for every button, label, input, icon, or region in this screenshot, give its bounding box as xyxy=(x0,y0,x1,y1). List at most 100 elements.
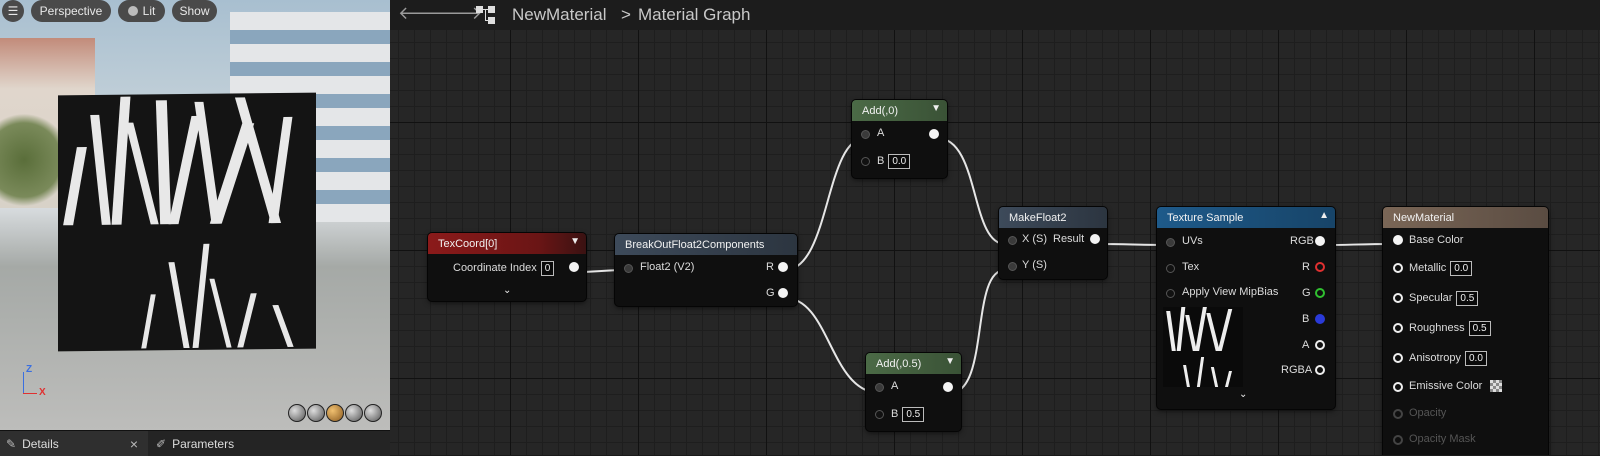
chevron-up-icon[interactable]: ▲ xyxy=(1319,210,1329,221)
tab-parameters[interactable]: ✐ Parameters xyxy=(152,431,282,456)
texture-a-pin[interactable] xyxy=(1315,340,1325,350)
texture-rgba-pin[interactable] xyxy=(1315,365,1325,375)
specular-row: Specular 0.5 xyxy=(1409,291,1479,306)
chevron-down-icon[interactable]: ▼ xyxy=(945,356,955,367)
opacity-mask-label: Opacity Mask xyxy=(1409,433,1476,445)
node-material-header[interactable]: NewMaterial xyxy=(1383,207,1548,228)
chevron-down-icon[interactable]: ▼ xyxy=(570,236,580,247)
hierarchy-icon[interactable] xyxy=(476,6,498,24)
breakout-input-label: Float2 (V2) xyxy=(640,261,695,273)
texture-thumbnail[interactable] xyxy=(1163,307,1243,387)
material-graph-canvas[interactable]: 🡐 🡒 NewMaterial > Material Graph TexCoor… xyxy=(390,0,1600,455)
preview-cube-icon[interactable] xyxy=(345,404,363,422)
breakout-g-label: G xyxy=(766,287,775,299)
show-button[interactable]: Show xyxy=(172,0,217,22)
coordinate-index-input[interactable]: 0 xyxy=(540,261,555,276)
expand-chevron-icon[interactable]: ⌄ xyxy=(503,285,511,296)
preview-plane-icon[interactable] xyxy=(326,404,344,422)
node-add-bottom-header[interactable]: Add(,0.5) ▼ xyxy=(866,353,961,374)
add-top-b-pin[interactable] xyxy=(861,157,870,166)
anisotropy-input[interactable]: 0.0 xyxy=(1464,351,1487,366)
metallic-pin[interactable] xyxy=(1393,263,1403,273)
texture-tex-pin[interactable] xyxy=(1166,264,1175,273)
wire-add-top-to-makefloat xyxy=(936,137,1006,245)
texture-tex-label: Tex xyxy=(1182,261,1200,273)
bottom-panel-tabs: ✎ Details × ✐ Parameters xyxy=(0,430,390,456)
makefloat-result-pin[interactable] xyxy=(1090,234,1100,244)
texture-rgb-pin[interactable] xyxy=(1315,236,1325,246)
breadcrumb-separator: > xyxy=(621,5,631,24)
texture-mipbias-pin[interactable] xyxy=(1166,289,1175,298)
add-bottom-b-row: B 0.5 xyxy=(891,407,925,422)
specular-input[interactable]: 0.5 xyxy=(1456,291,1479,306)
add-bottom-b-input[interactable]: 0.5 xyxy=(902,407,925,422)
node-breakout-float2[interactable]: BreakOutFloat2Components Float2 (V2) R G xyxy=(615,234,797,306)
preview-cylinder-icon[interactable] xyxy=(288,404,306,422)
viewport-menu-button[interactable]: ☰ xyxy=(2,0,24,22)
emissive-row: Emissive Color xyxy=(1409,380,1503,393)
tab-details[interactable]: ✎ Details × xyxy=(0,431,148,456)
texcoord-output-pin[interactable] xyxy=(569,262,579,272)
makefloat-result-label: Result xyxy=(1053,233,1085,245)
grass-blade xyxy=(125,122,159,225)
preview-mesh-selector[interactable] xyxy=(288,404,382,422)
node-texture-sample-header[interactable]: Texture Sample ▲ xyxy=(1157,207,1335,228)
roughness-row: Roughness 0.5 xyxy=(1409,321,1491,336)
texture-r-pin[interactable] xyxy=(1315,262,1325,272)
node-breakout-header[interactable]: BreakOutFloat2Components xyxy=(615,234,797,255)
breakout-r-pin[interactable] xyxy=(778,262,788,272)
texture-a-label: A xyxy=(1302,339,1310,351)
makefloat-x-pin[interactable] xyxy=(1008,236,1017,245)
node-material-result[interactable]: NewMaterial Base Color Metallic 0.0 Specu… xyxy=(1383,207,1548,455)
makefloat-y-pin[interactable] xyxy=(1008,262,1017,271)
texcoord-coordinate-index-row: Coordinate Index 0 xyxy=(453,261,555,276)
emissive-pin[interactable] xyxy=(1393,382,1403,392)
roughness-input[interactable]: 0.5 xyxy=(1468,321,1491,336)
anisotropy-pin[interactable] xyxy=(1393,353,1403,363)
node-add-bottom[interactable]: Add(,0.5) ▼ A B 0.5 xyxy=(866,353,961,431)
node-texture-sample[interactable]: Texture Sample ▲ UVs Tex Apply View MipB… xyxy=(1157,207,1335,409)
texture-b-pin[interactable] xyxy=(1315,314,1325,324)
texture-g-pin[interactable] xyxy=(1315,288,1325,298)
node-texcoord[interactable]: TexCoord[0] ▼ Coordinate Index 0 ⌄ xyxy=(428,233,586,301)
add-bottom-a-pin[interactable] xyxy=(875,383,884,392)
breakout-input-pin[interactable] xyxy=(624,264,633,273)
add-bottom-b-pin[interactable] xyxy=(875,410,884,419)
texture-uvs-pin[interactable] xyxy=(1166,238,1175,247)
node-add-top[interactable]: Add(,0) ▼ A B 0.0 xyxy=(852,100,947,178)
add-top-a-pin[interactable] xyxy=(861,130,870,139)
add-top-b-input[interactable]: 0.0 xyxy=(888,154,911,169)
base-color-label: Base Color xyxy=(1409,234,1464,246)
perspective-button[interactable]: Perspective xyxy=(31,0,111,22)
chevron-down-icon[interactable]: ▼ xyxy=(931,103,941,114)
lit-button[interactable]: Lit xyxy=(118,0,165,22)
node-add-top-header[interactable]: Add(,0) ▼ xyxy=(852,100,947,121)
metallic-input[interactable]: 0.0 xyxy=(1450,261,1473,276)
preview-custom-mesh-icon[interactable] xyxy=(364,404,382,422)
add-top-a-label: A xyxy=(877,127,885,139)
hamburger-icon: ☰ xyxy=(7,4,19,18)
add-bottom-output-pin[interactable] xyxy=(943,382,953,392)
metallic-row: Metallic 0.0 xyxy=(1409,261,1473,276)
node-texcoord-header[interactable]: TexCoord[0] ▼ xyxy=(428,233,586,254)
grass-blade xyxy=(192,243,210,348)
breadcrumb-root[interactable]: NewMaterial xyxy=(512,5,606,25)
node-makefloat2[interactable]: MakeFloat2 X (S) Result Y (S) xyxy=(999,207,1107,279)
anisotropy-row: Anisotropy 0.0 xyxy=(1409,351,1487,366)
texture-uvs-label: UVs xyxy=(1182,235,1203,247)
close-tab-icon[interactable]: × xyxy=(130,436,138,452)
specular-pin[interactable] xyxy=(1393,293,1403,303)
breakout-g-pin[interactable] xyxy=(778,288,788,298)
material-preview-viewport[interactable]: ☰ Perspective Lit Show Z X xyxy=(0,0,390,430)
preview-sphere-icon[interactable] xyxy=(307,404,325,422)
opacity-mask-pin xyxy=(1393,435,1403,445)
base-color-pin[interactable] xyxy=(1393,235,1403,245)
pencil-icon: ✎ xyxy=(6,436,17,451)
texture-rgba-label: RGBA xyxy=(1281,364,1313,376)
add-top-output-pin[interactable] xyxy=(929,129,939,139)
add-top-b-row: B 0.0 xyxy=(877,154,911,169)
roughness-pin[interactable] xyxy=(1393,323,1403,333)
node-makefloat2-header[interactable]: MakeFloat2 xyxy=(999,207,1107,228)
expand-chevron-icon[interactable]: ⌄ xyxy=(1239,389,1247,400)
emissive-color-swatch[interactable] xyxy=(1490,380,1503,393)
